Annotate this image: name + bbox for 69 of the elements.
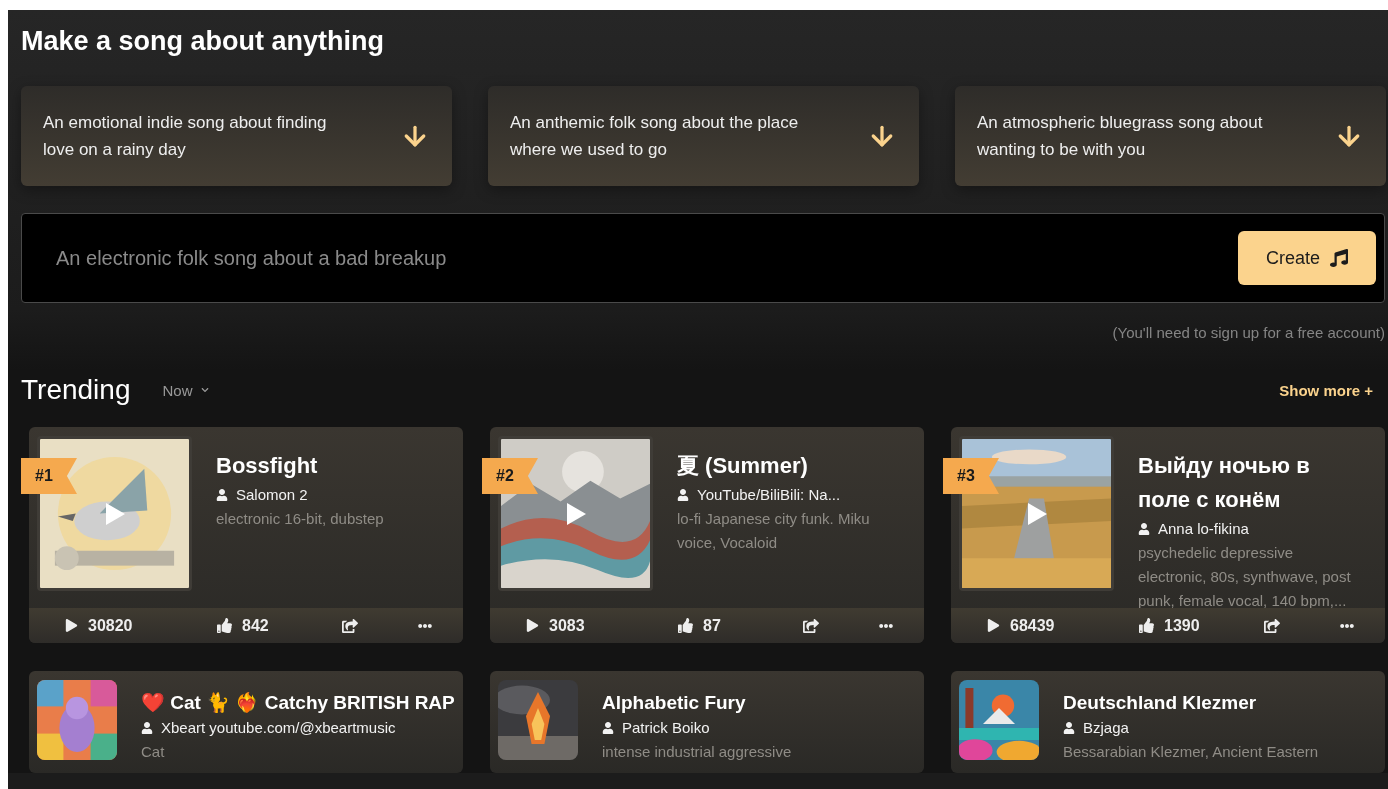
song-tags: Cat — [141, 740, 455, 764]
play-icon — [987, 619, 1000, 632]
song-author[interactable]: Xbeart youtube.com/@xbeartmusic — [141, 716, 455, 740]
author-name: Xbeart youtube.com/@xbeartmusic — [161, 718, 396, 738]
share-button[interactable] — [803, 617, 819, 634]
create-button[interactable]: Create — [1238, 231, 1376, 285]
suggestion-card[interactable]: An anthemic folk song about the place where we used to go — [488, 86, 919, 186]
share-icon — [1264, 617, 1280, 634]
suggestion-card[interactable]: An atmospheric bluegrass song about wanting to be with you — [955, 86, 1386, 186]
show-more-link[interactable]: Show more + — [1279, 381, 1373, 399]
thumbs-up-icon — [1139, 618, 1154, 633]
song-author[interactable]: Anna lo-fikina — [1138, 517, 1356, 541]
page-title: Make a song about anything — [21, 25, 386, 58]
song-title[interactable]: Alphabetic Fury — [602, 690, 792, 716]
user-icon — [602, 722, 614, 734]
rank-badge: #1 — [21, 458, 77, 494]
share-icon — [342, 617, 358, 634]
song-card[interactable]: ❤ Cat 🐈 ❤‍🔥 Catchy BRITISH RAP Xbeart youtube.com/@xbeartmusic Cat — [29, 671, 463, 773]
song-author[interactable]: Salomon 2 — [216, 483, 384, 507]
author-name: YouTube/BiliBili: Na... — [697, 485, 841, 505]
play-icon — [1025, 501, 1048, 526]
song-card[interactable]: Deutschland Klezmer Bzjaga Bessarabian Klezmer, Ancient Eastern — [951, 671, 1385, 773]
song-tags: electronic 16-bit, dubstep — [216, 507, 384, 531]
author-name: Anna lo-fikina — [1158, 519, 1249, 539]
song-author[interactable]: Patrick Boiko — [602, 716, 792, 740]
section-title: Trending — [21, 374, 131, 406]
play-icon — [526, 619, 539, 632]
play-count-button[interactable]: 3083 — [526, 616, 678, 635]
song-author[interactable]: YouTube/BiliBili: Na... — [677, 483, 895, 507]
rank-badge: #2 — [482, 458, 538, 494]
like-button[interactable]: 842 — [217, 616, 327, 635]
song-title[interactable]: Deutschland Klezmer — [1063, 690, 1319, 716]
suggestion-card[interactable]: An emotional indie song about finding love on a rainy day — [21, 86, 452, 186]
rank-badge: #3 — [943, 458, 999, 494]
song-title[interactable]: Bossfight — [216, 449, 384, 483]
chevron-down-icon — [200, 386, 209, 394]
music-note-icon — [1330, 249, 1348, 267]
user-icon — [141, 722, 153, 734]
play-icon — [564, 501, 587, 526]
song-tags: intense industrial aggressive — [602, 740, 792, 764]
song-title[interactable]: Выйду ночью в поле с конём — [1138, 449, 1356, 517]
song-author[interactable]: Bzjaga — [1063, 716, 1319, 740]
user-icon — [216, 489, 228, 501]
song-tags: lo-fi Japanese city funk. Miku voice, Vocaloid — [677, 507, 895, 555]
share-button[interactable] — [1264, 617, 1280, 634]
author-name: Bzjaga — [1083, 718, 1129, 738]
user-icon — [677, 489, 689, 501]
share-button[interactable] — [342, 617, 358, 634]
signup-note: (You'll need to sign up for a free account) — [1111, 324, 1385, 343]
author-name: Patrick Boiko — [622, 718, 710, 738]
play-count-button[interactable]: 68439 — [987, 616, 1139, 635]
song-title[interactable]: ❤ Cat 🐈 ❤‍🔥 Catchy BRITISH RAP — [141, 690, 455, 716]
play-icon — [103, 501, 126, 526]
song-title[interactable]: 夏 (Summer) — [677, 449, 895, 483]
play-icon — [65, 619, 78, 632]
thumbs-up-icon — [678, 618, 693, 633]
share-icon — [803, 617, 819, 634]
song-card[interactable]: Alphabetic Fury Patrick Boiko intense industrial aggressive — [490, 671, 924, 773]
thumbs-up-icon — [217, 618, 232, 633]
play-count-button[interactable]: 30820 — [65, 616, 217, 635]
song-tags: psychedelic depressive electronic, 80s, synthwave, post punk, female vocal, 140 bpm,... — [1138, 541, 1356, 613]
like-button[interactable]: 1390 — [1139, 616, 1249, 635]
period-dropdown[interactable]: Now — [162, 381, 209, 399]
user-icon — [1063, 722, 1075, 734]
like-button[interactable]: 87 — [678, 616, 788, 635]
author-name: Salomon 2 — [236, 485, 308, 505]
prompt-field[interactable]: An electronic folk song about a bad breakup Create — [21, 213, 1385, 303]
song-tags: Bessarabian Klezmer, Ancient Eastern — [1063, 740, 1319, 764]
user-icon — [1138, 523, 1150, 535]
